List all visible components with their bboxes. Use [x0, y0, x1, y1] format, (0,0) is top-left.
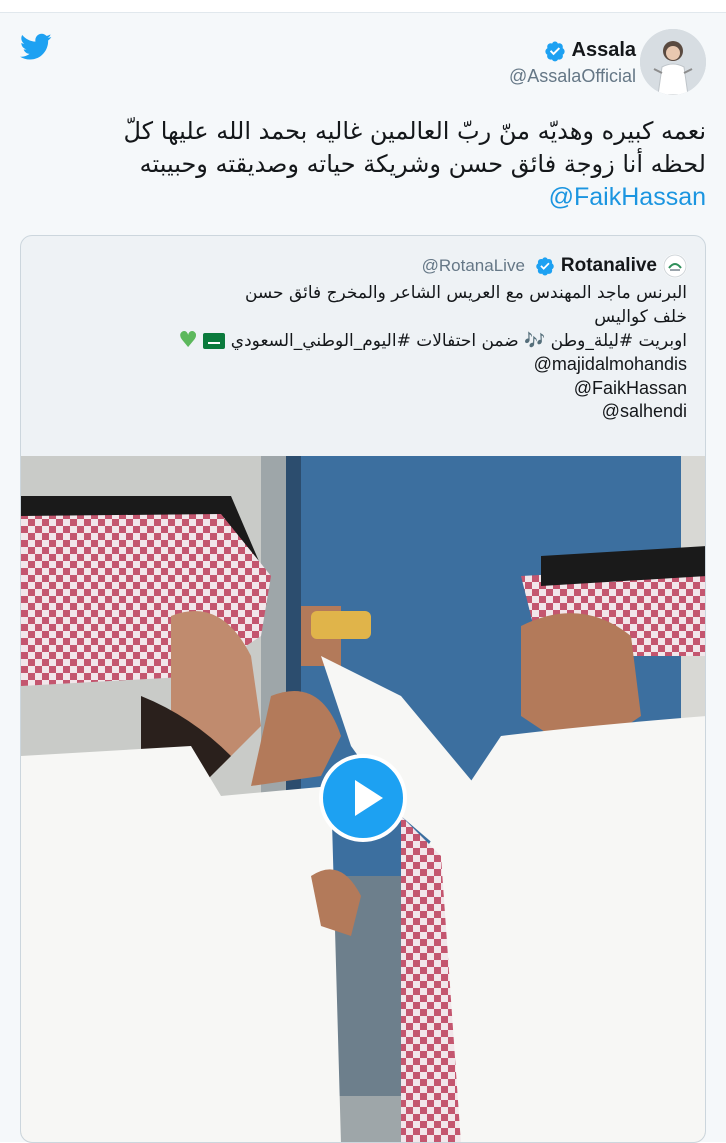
tweet-text-line: نعمه كبيره وهديّه منّ ربّ العالمين غاليه… [123, 117, 707, 145]
mention-link[interactable]: @majidalmohandis [67, 353, 687, 377]
video-player[interactable] [21, 456, 705, 1142]
saudi-flag-emoji [203, 332, 226, 349]
mention-link[interactable]: @FaikHassan [67, 377, 687, 401]
quoted-tweet[interactable]: @RotanaLive Rotanalive البرنس ماجد المهن… [20, 235, 706, 1143]
verified-badge-icon [536, 257, 554, 276]
tweet-text: نعمه كبيره وهديّه منّ ربّ العالمين غاليه… [30, 115, 707, 214]
author-name[interactable]: Assala [572, 39, 637, 62]
avatar-image [640, 29, 706, 95]
quoted-author-name[interactable]: Rotanalive [561, 255, 657, 277]
rotana-logo-icon[interactable] [663, 254, 687, 278]
quoted-author-handle[interactable]: @RotanaLive [422, 256, 525, 276]
quoted-text-line: خلف كواليس [594, 306, 687, 327]
quoted-text-line-hashtags: اوبريت #ليلة_وطن 🎶 ضمن احتفالات #اليوم_ا… [67, 329, 687, 353]
mention-link[interactable]: @FaikHassan [30, 181, 706, 214]
tweet-text-line: لحظه أنا زوجة فائق حسن وشريكة حياته وصدي… [139, 150, 706, 178]
verified-badge-icon [544, 41, 565, 61]
avatar[interactable] [640, 29, 706, 95]
quoted-text-line: البرنس ماجد المهندس مع العريس الشاعر وال… [244, 283, 687, 303]
play-button[interactable] [319, 754, 407, 842]
quoted-tweet-header: @RotanaLive Rotanalive [422, 254, 687, 278]
tweet-card: Assala @AssalaOfficial نعمه كبيره وهديّه… [0, 12, 726, 1143]
quoted-tweet-text: البرنس ماجد المهندس مع العريس الشاعر وال… [67, 282, 687, 424]
twitter-bird-icon[interactable] [20, 33, 52, 61]
author-handle[interactable]: @AssalaOfficial [509, 66, 636, 87]
hashtag-text[interactable]: اوبريت #ليلة_وطن 🎶 ضمن احتفالات #اليوم_ا… [231, 331, 687, 351]
mention-link[interactable]: @salhendi [67, 400, 687, 424]
tweet-author[interactable]: Assala @AssalaOfficial [509, 39, 636, 87]
green-heart-emoji: ♥ [178, 328, 198, 353]
